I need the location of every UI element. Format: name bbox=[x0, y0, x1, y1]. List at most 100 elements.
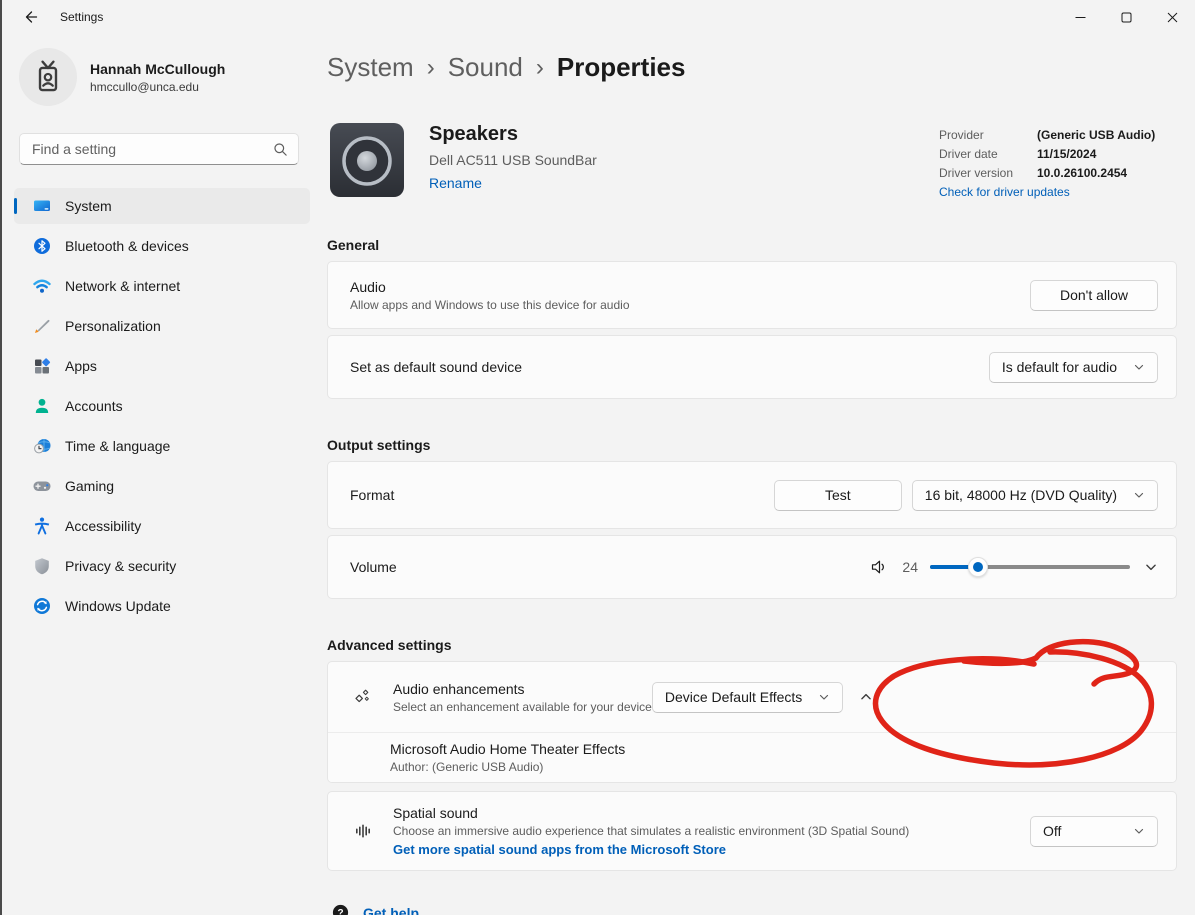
audio-enhancements-dropdown[interactable]: Device Default Effects bbox=[652, 682, 843, 713]
rename-link[interactable]: Rename bbox=[429, 175, 482, 191]
privacy-shield-icon bbox=[32, 556, 52, 576]
enhancement-name: Microsoft Audio Home Theater Effects bbox=[390, 741, 1176, 757]
audio-enhancements-title: Audio enhancements bbox=[393, 681, 652, 697]
audio-enhancements-header: Audio enhancements Select an enhancement… bbox=[328, 662, 1176, 732]
main-content: System › Sound › Properties Speakers Del… bbox=[322, 34, 1195, 915]
chevron-down-icon bbox=[1133, 825, 1145, 837]
get-help-link[interactable]: Get help bbox=[363, 905, 419, 915]
user-profile[interactable]: Hannah McCullough hmccullo@unca.edu bbox=[19, 48, 322, 106]
maximize-icon bbox=[1121, 12, 1132, 23]
audio-enhancements-description: Select an enhancement available for your… bbox=[393, 700, 652, 714]
chevron-down-icon bbox=[818, 691, 830, 703]
spatial-sound-description: Choose an immersive audio experience tha… bbox=[393, 824, 1030, 838]
sidebar-item-apps[interactable]: Apps bbox=[14, 348, 310, 384]
sidebar-item-time-language[interactable]: Time & language bbox=[14, 428, 310, 464]
accounts-icon bbox=[32, 396, 52, 416]
breadcrumb: System › Sound › Properties bbox=[327, 52, 1177, 83]
sidebar-item-label: Privacy & security bbox=[65, 558, 176, 574]
volume-slider-thumb[interactable] bbox=[968, 557, 988, 577]
sidebar-item-label: Personalization bbox=[65, 318, 161, 334]
enhancement-author: Author: (Generic USB Audio) bbox=[390, 760, 1176, 774]
accessibility-icon bbox=[32, 516, 52, 536]
spatial-sound-card: Spatial sound Choose an immersive audio … bbox=[327, 791, 1177, 871]
check-driver-updates-link[interactable]: Check for driver updates bbox=[939, 185, 1070, 199]
spatial-sound-title: Spatial sound bbox=[393, 805, 1030, 821]
back-arrow-icon bbox=[22, 9, 38, 25]
enhancement-detail-row: Microsoft Audio Home Theater Effects Aut… bbox=[328, 732, 1176, 782]
window-controls bbox=[1057, 0, 1195, 34]
sidebar-item-label: Time & language bbox=[65, 438, 170, 454]
volume-title: Volume bbox=[350, 559, 870, 575]
sidebar-item-label: Accessibility bbox=[65, 518, 141, 534]
minimize-button[interactable] bbox=[1057, 0, 1103, 34]
close-icon bbox=[1167, 12, 1178, 23]
collapse-chevron-up-icon[interactable] bbox=[859, 690, 873, 704]
audio-allow-card: Audio Allow apps and Windows to use this… bbox=[327, 261, 1177, 329]
sidebar-item-accounts[interactable]: Accounts bbox=[14, 388, 310, 424]
back-button[interactable] bbox=[10, 0, 50, 34]
section-advanced-label: Advanced settings bbox=[327, 637, 1177, 653]
system-icon bbox=[32, 196, 52, 216]
format-card: Format Test 16 bit, 48000 Hz (DVD Qualit… bbox=[327, 461, 1177, 529]
volume-slider[interactable] bbox=[930, 557, 1130, 577]
sidebar-item-label: Accounts bbox=[65, 398, 123, 414]
sidebar-item-system[interactable]: System bbox=[14, 188, 310, 224]
sidebar: Hannah McCullough hmccullo@unca.edu Syst… bbox=[2, 34, 322, 915]
sidebar-item-label: Network & internet bbox=[65, 278, 180, 294]
format-title: Format bbox=[350, 487, 774, 503]
titlebar: Settings bbox=[2, 0, 1195, 34]
maximize-button[interactable] bbox=[1103, 0, 1149, 34]
driver-provider-row: Provider (Generic USB Audio) bbox=[939, 126, 1177, 145]
breadcrumb-separator-icon: › bbox=[427, 54, 435, 82]
default-device-title: Set as default sound device bbox=[350, 359, 989, 375]
network-icon bbox=[32, 276, 52, 296]
breadcrumb-sound[interactable]: Sound bbox=[448, 52, 523, 83]
default-device-dropdown[interactable]: Is default for audio bbox=[989, 352, 1158, 383]
avatar bbox=[19, 48, 77, 106]
sidebar-item-label: Bluetooth & devices bbox=[65, 238, 189, 254]
svg-text:?: ? bbox=[337, 908, 343, 915]
sidebar-item-label: Gaming bbox=[65, 478, 114, 494]
device-name: Speakers bbox=[429, 123, 597, 146]
sidebar-item-accessibility[interactable]: Accessibility bbox=[14, 508, 310, 544]
search-input[interactable] bbox=[32, 141, 273, 157]
speaker-volume-icon bbox=[870, 558, 888, 576]
breadcrumb-system[interactable]: System bbox=[327, 52, 414, 83]
audio-enhancements-card: Audio enhancements Select an enhancement… bbox=[327, 661, 1177, 783]
audio-row-description: Allow apps and Windows to use this devic… bbox=[350, 298, 1030, 312]
close-button[interactable] bbox=[1149, 0, 1195, 34]
sidebar-item-label: Apps bbox=[65, 358, 97, 374]
spatial-sound-dropdown[interactable]: Off bbox=[1030, 816, 1158, 847]
driver-info: Provider (Generic USB Audio) Driver date… bbox=[939, 120, 1177, 201]
test-button[interactable]: Test bbox=[774, 480, 902, 511]
minimize-icon bbox=[1075, 12, 1086, 23]
sidebar-item-windows-update[interactable]: Windows Update bbox=[14, 588, 310, 624]
dont-allow-button[interactable]: Don't allow bbox=[1030, 280, 1158, 311]
speaker-device-icon bbox=[327, 120, 407, 200]
time-language-icon bbox=[32, 436, 52, 456]
personalization-icon bbox=[32, 316, 52, 336]
sidebar-item-label: Windows Update bbox=[65, 598, 171, 614]
volume-value: 24 bbox=[902, 559, 918, 575]
badge-icon bbox=[31, 59, 65, 95]
sidebar-item-personalization[interactable]: Personalization bbox=[14, 308, 310, 344]
sidebar-item-bluetooth-devices[interactable]: Bluetooth & devices bbox=[14, 228, 310, 264]
page-title: Properties bbox=[557, 52, 686, 83]
device-header: Speakers Dell AC511 USB SoundBar Rename … bbox=[327, 120, 1177, 201]
chevron-down-icon bbox=[1133, 361, 1145, 373]
volume-expand-chevron-icon[interactable] bbox=[1144, 560, 1158, 574]
driver-version-row: Driver version 10.0.26100.2454 bbox=[939, 164, 1177, 183]
default-device-card: Set as default sound device Is default f… bbox=[327, 335, 1177, 399]
device-model: Dell AC511 USB SoundBar bbox=[429, 152, 597, 168]
search-box[interactable] bbox=[19, 133, 299, 165]
audio-row-title: Audio bbox=[350, 279, 1030, 295]
spatial-store-link[interactable]: Get more spatial sound apps from the Mic… bbox=[393, 842, 726, 857]
user-name: Hannah McCullough bbox=[90, 61, 225, 77]
apps-icon bbox=[32, 356, 52, 376]
sparkle-icon bbox=[353, 687, 373, 707]
sidebar-item-gaming[interactable]: Gaming bbox=[14, 468, 310, 504]
sidebar-item-network-internet[interactable]: Network & internet bbox=[14, 268, 310, 304]
breadcrumb-separator-icon: › bbox=[536, 54, 544, 82]
format-dropdown[interactable]: 16 bit, 48000 Hz (DVD Quality) bbox=[912, 480, 1158, 511]
sidebar-item-privacy-security[interactable]: Privacy & security bbox=[14, 548, 310, 584]
